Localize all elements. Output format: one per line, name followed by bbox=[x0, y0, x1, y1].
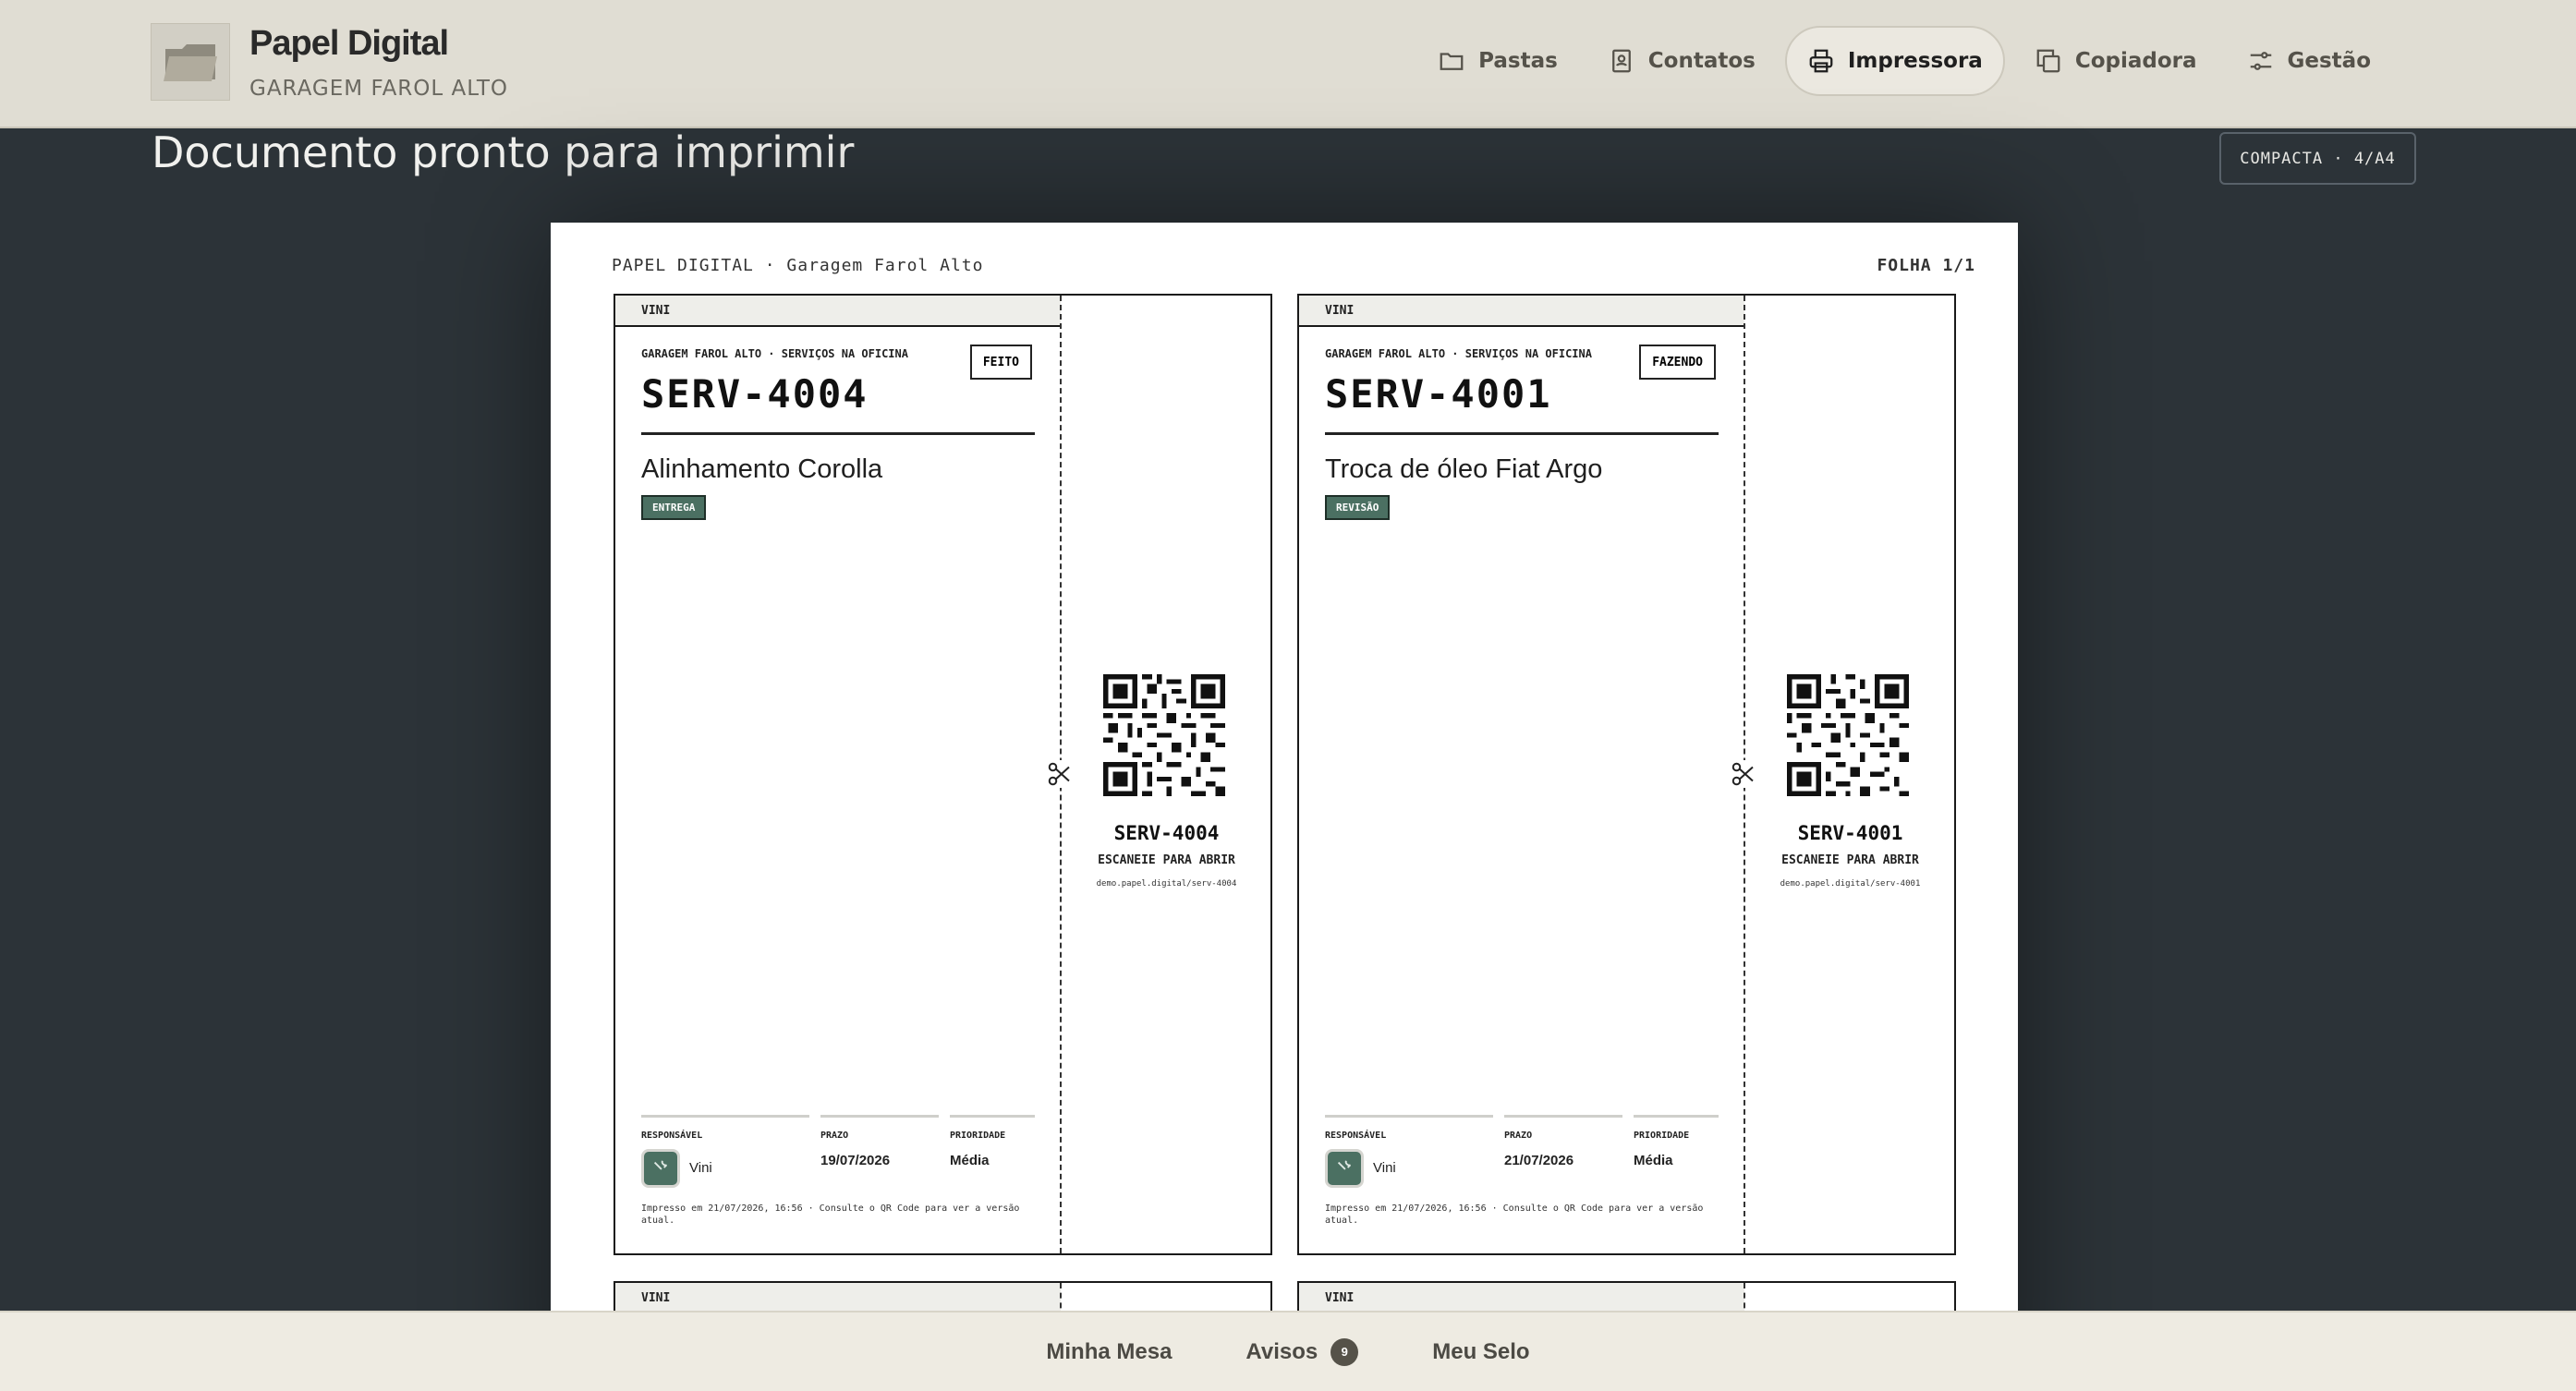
service-ticket: VINI GARAGEM FAROL ALTO · SERVIÇOS NA OF… bbox=[1297, 294, 1956, 1255]
qr-label-code: SERV-4001 bbox=[1797, 822, 1903, 844]
service-ticket: VINI GARAGEM FAROL ALTO · SERVIÇOS NA OF… bbox=[614, 294, 1272, 1255]
ticket-owner-tab: VINI bbox=[615, 1283, 1061, 1314]
bottom-bar: Minha Mesa Avisos 9 Meu Selo bbox=[0, 1311, 2576, 1391]
prazo-value: 19/07/2026 bbox=[820, 1153, 891, 1168]
status-badge: FEITO bbox=[969, 345, 1032, 380]
qr-hint: ESCANEIE PARA ABRIR bbox=[1781, 853, 1919, 867]
bottom-item-label: Meu Selo bbox=[1432, 1338, 1530, 1364]
ticket-owner-label: VINI bbox=[1325, 1291, 1355, 1305]
avatar bbox=[1325, 1149, 1364, 1188]
qr-url: demo.papel.digital/serv-4001 bbox=[1780, 879, 1921, 889]
prioridade-label: PRIORIDADE bbox=[1634, 1131, 1690, 1141]
scissors-icon bbox=[1046, 760, 1074, 788]
ticket-code: SERV-4001 bbox=[1325, 371, 1552, 417]
ticket-code: SERV-4004 bbox=[641, 371, 869, 417]
ticket-owner-label: VINI bbox=[641, 1291, 671, 1305]
category-tag: REVISÃO bbox=[1325, 495, 1391, 520]
nav-item-label: Impressora bbox=[1847, 49, 1983, 73]
print-footnote: Impresso em 21/07/2026, 16:56 · Consulte… bbox=[641, 1204, 1020, 1226]
wrench-icon bbox=[653, 1160, 668, 1170]
app-subtitle: GARAGEM FAROL ALTO bbox=[249, 77, 509, 101]
ticket-company: GARAGEM FAROL ALTO · SERVIÇOS NA OFICINA bbox=[641, 347, 908, 360]
folder-icon bbox=[1440, 53, 1464, 70]
sheet-header-right: FOLHA 1/1 bbox=[1877, 256, 1975, 275]
printer-icon bbox=[1809, 49, 1833, 73]
nav-item-copiadora[interactable]: Copiadora bbox=[2014, 26, 2218, 96]
qr-hint: ESCANEIE PARA ABRIR bbox=[1098, 853, 1235, 867]
ticket-owner-tab: VINI bbox=[1299, 1283, 1744, 1314]
ticket-title: Troca de óleo Fiat Argo bbox=[1325, 454, 1603, 484]
category-tag: ENTREGA bbox=[641, 495, 707, 520]
bottom-item-label: Avisos bbox=[1245, 1338, 1318, 1364]
page-title: Documento pronto para imprimir bbox=[152, 127, 855, 177]
prazo-label: PRAZO bbox=[820, 1131, 849, 1141]
qr-url: demo.papel.digital/serv-4004 bbox=[1096, 879, 1237, 889]
app-title: Papel Digital bbox=[249, 24, 449, 63]
print-sheet: PAPEL DIGITAL · Garagem Farol Alto FOLHA… bbox=[551, 223, 2018, 1391]
logo[interactable] bbox=[151, 23, 230, 101]
nav-item-contatos[interactable]: Contatos bbox=[1587, 26, 1776, 96]
layout-mode-button[interactable]: COMPACTA · 4/A4 bbox=[2219, 132, 2416, 185]
ticket-owner-tab: VINI bbox=[1299, 296, 1744, 327]
nav-item-gestao[interactable]: Gestão bbox=[2227, 26, 2391, 96]
folder-icon bbox=[164, 44, 217, 81]
prioridade-label: PRIORIDADE bbox=[950, 1131, 1006, 1141]
top-header: Papel Digital GARAGEM FAROL ALTO Pastas … bbox=[0, 0, 2576, 128]
qr-label-code: SERV-4004 bbox=[1113, 822, 1220, 844]
sliders-icon bbox=[2250, 52, 2271, 70]
responsavel-label: RESPONSÁVEL bbox=[1325, 1131, 1387, 1141]
qr-code-icon bbox=[1103, 674, 1225, 796]
contact-book-icon bbox=[1611, 49, 1631, 73]
print-footnote: Impresso em 21/07/2026, 16:56 · Consulte… bbox=[1325, 1204, 1704, 1226]
nav-item-label: Pastas bbox=[1478, 49, 1558, 73]
status-badge: FAZENDO bbox=[1639, 345, 1716, 380]
bottom-item-avisos[interactable]: Avisos 9 bbox=[1245, 1337, 1359, 1366]
qr-code-icon bbox=[1787, 674, 1909, 796]
bottom-item-meu-selo[interactable]: Meu Selo bbox=[1432, 1339, 1529, 1365]
bottom-item-minha-mesa[interactable]: Minha Mesa bbox=[1046, 1339, 1172, 1365]
nav-item-label: Gestão bbox=[2287, 49, 2371, 73]
ticket-company: GARAGEM FAROL ALTO · SERVIÇOS NA OFICINA bbox=[1325, 347, 1592, 360]
main-nav: Pastas Contatos Impressora Copiadora Ges… bbox=[1417, 26, 2391, 96]
nav-item-label: Contatos bbox=[1647, 49, 1756, 73]
field-line bbox=[1504, 1115, 1622, 1118]
responsavel-name: Vini bbox=[1373, 1160, 1396, 1176]
sheet-header-left: PAPEL DIGITAL · Garagem Farol Alto bbox=[612, 256, 984, 275]
prioridade-value: Média bbox=[950, 1153, 990, 1168]
prazo-label: PRAZO bbox=[1504, 1131, 1533, 1141]
scissors-icon bbox=[1730, 760, 1757, 788]
field-line bbox=[641, 1115, 809, 1118]
field-line bbox=[950, 1115, 1035, 1118]
field-line bbox=[820, 1115, 939, 1118]
copy-icon bbox=[2036, 49, 2060, 73]
field-line bbox=[1634, 1115, 1719, 1118]
brand: Papel Digital GARAGEM FAROL ALTO bbox=[249, 24, 508, 101]
avatar bbox=[641, 1149, 680, 1188]
field-line bbox=[1325, 1115, 1493, 1118]
ticket-owner-label: VINI bbox=[641, 304, 671, 318]
nav-item-pastas[interactable]: Pastas bbox=[1417, 26, 1578, 96]
prazo-value: 21/07/2026 bbox=[1504, 1153, 1574, 1168]
divider bbox=[641, 432, 1035, 435]
notification-count-badge: 9 bbox=[1331, 1337, 1359, 1366]
wrench-icon bbox=[1337, 1160, 1352, 1170]
ticket-owner-tab: VINI bbox=[615, 296, 1061, 327]
bottom-item-label: Minha Mesa bbox=[1046, 1338, 1173, 1364]
prioridade-value: Média bbox=[1634, 1153, 1673, 1168]
nav-item-impressora[interactable]: Impressora bbox=[1784, 26, 2005, 96]
nav-item-label: Copiadora bbox=[2074, 49, 2197, 73]
responsavel-name: Vini bbox=[689, 1160, 712, 1176]
ticket-title: Alinhamento Corolla bbox=[641, 454, 883, 484]
ticket-owner-label: VINI bbox=[1325, 304, 1355, 318]
responsavel-label: RESPONSÁVEL bbox=[641, 1131, 703, 1141]
divider bbox=[1325, 432, 1719, 435]
